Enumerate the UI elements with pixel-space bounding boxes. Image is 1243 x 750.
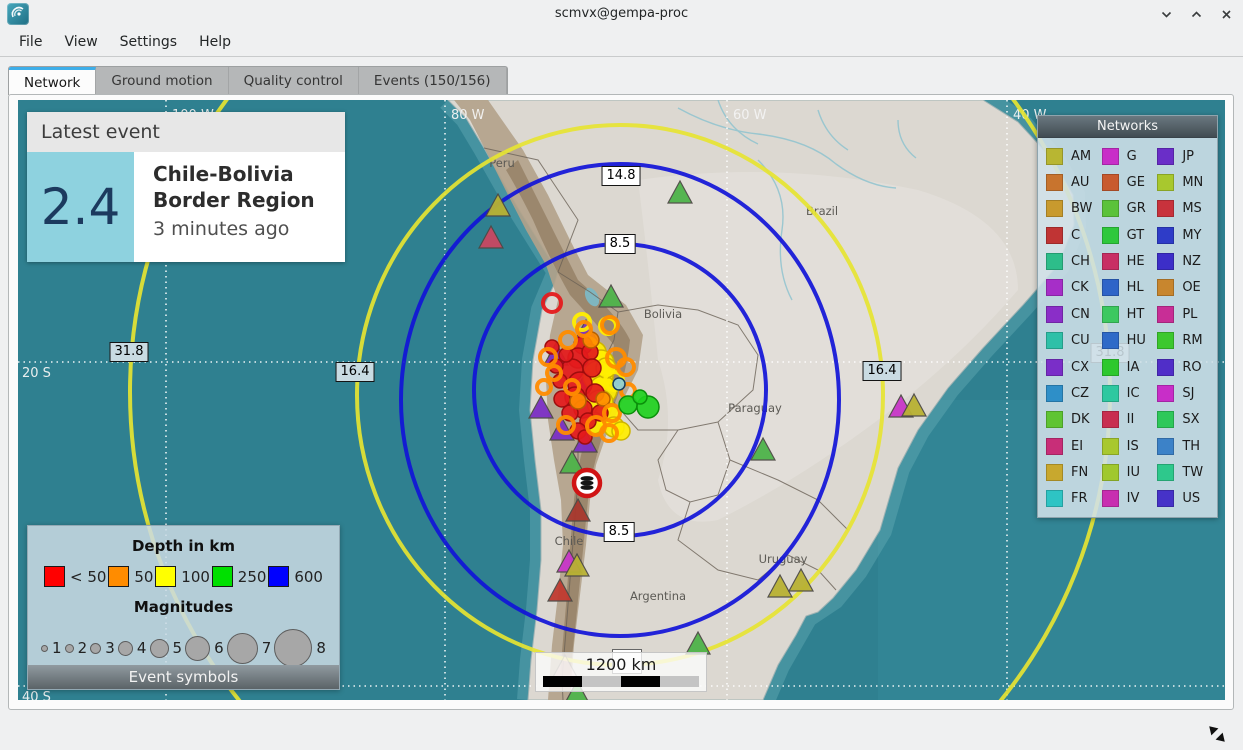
- close-button[interactable]: [1219, 7, 1233, 21]
- menu-item-view[interactable]: View: [53, 30, 108, 54]
- parallel-label: 20 S: [22, 366, 51, 381]
- country-label: Paraguay: [728, 401, 782, 415]
- event-circle[interactable]: [559, 348, 573, 362]
- tab-events-150-156-[interactable]: Events (150/156): [359, 67, 507, 95]
- tab-bar: NetworkGround motionQuality controlEvent…: [8, 66, 508, 95]
- epicenter-marker[interactable]: [574, 470, 600, 496]
- tab-network[interactable]: Network: [9, 67, 96, 95]
- minimize-button[interactable]: [1159, 7, 1173, 21]
- map-ocean-atlantic: [878, 400, 1225, 700]
- event-circle[interactable]: [613, 378, 625, 390]
- country-label: Argentina: [630, 589, 686, 603]
- menu-bar: FileViewSettingsHelp: [0, 27, 1243, 57]
- title-bar[interactable]: scmvx@gempa-proc: [0, 0, 1243, 27]
- parallel-label: 40 S: [22, 690, 51, 700]
- menu-item-settings[interactable]: Settings: [109, 30, 188, 54]
- map-canvas[interactable]: PeruBrazilBoliviaParaguayChileUruguayArg…: [18, 100, 1225, 700]
- tab-ground-motion[interactable]: Ground motion: [96, 67, 228, 95]
- window-title: scmvx@gempa-proc: [0, 6, 1243, 21]
- menu-item-help[interactable]: Help: [188, 30, 242, 54]
- meridian-label: 60 W: [733, 108, 767, 123]
- country-label: Bolivia: [644, 307, 682, 321]
- resize-cursor-icon: [1205, 722, 1229, 746]
- meridian-label: 80 W: [451, 108, 485, 123]
- maximize-button[interactable]: [1189, 7, 1203, 21]
- country-label: Chile: [555, 534, 584, 548]
- event-circle[interactable]: [583, 359, 601, 377]
- menu-item-file[interactable]: File: [8, 30, 53, 54]
- meridian-label: 100 W: [172, 108, 214, 123]
- tab-quality-control[interactable]: Quality control: [229, 67, 359, 95]
- event-circle[interactable]: [633, 390, 647, 404]
